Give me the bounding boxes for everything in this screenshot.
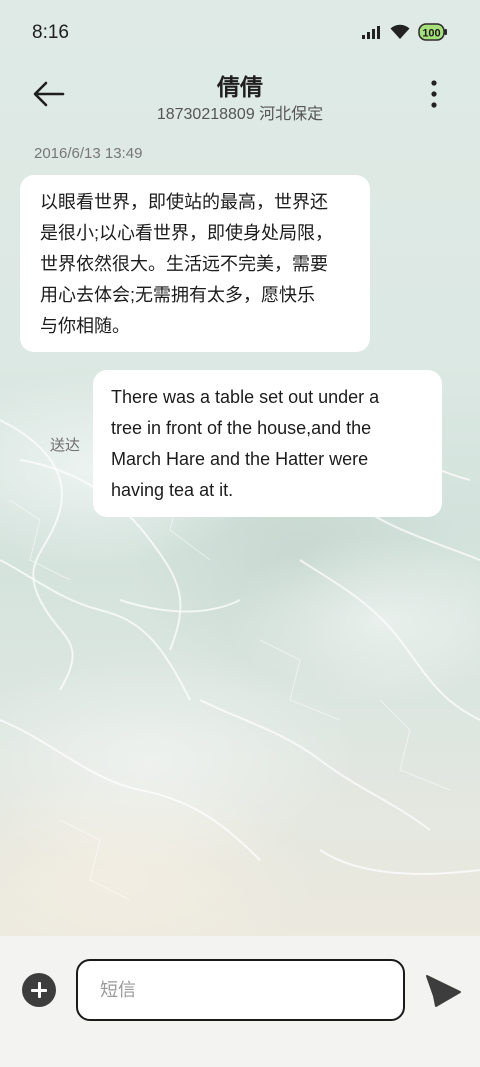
message-input[interactable] — [78, 961, 403, 1019]
wifi-icon — [390, 24, 410, 39]
incoming-message-bubble[interactable]: 以眼看世界，即使站的最高，世界还 是很小;以心看世界，即使身处局限， 世界依然很… — [20, 175, 370, 352]
message-line: 世界依然很大。生活远不完美，需要 — [40, 254, 328, 274]
message-line: March Hare and the Hatter were — [111, 449, 369, 469]
conversation-header: 倩倩 18730218809 河北保定 — [0, 66, 480, 130]
message-line: tree in front of the house,and the — [111, 418, 372, 438]
message-line: 是很小;以心看世界，即使身处局限， — [40, 223, 333, 243]
send-icon — [426, 975, 461, 1007]
message-line: 与你相随。 — [40, 316, 130, 336]
status-bar: 8:16 100 — [0, 0, 480, 66]
status-time: 8:16 — [32, 22, 69, 43]
message-input-container — [76, 959, 405, 1021]
add-attachment-button[interactable] — [22, 973, 56, 1007]
composer-bar — [0, 936, 480, 1067]
message-line: 以眼看世界，即使站的最高，世界还 — [40, 192, 328, 212]
battery-level: 100 — [422, 28, 440, 40]
delivery-status: 送达 — [50, 437, 81, 454]
status-icons: 100 — [362, 22, 448, 42]
signal-icon — [362, 26, 380, 39]
message-line: 用心去体会;无需拥有太多，愿快乐 — [40, 285, 315, 305]
message-line: There was a table set out under a — [111, 387, 380, 407]
more-options-button[interactable] — [424, 78, 444, 110]
message-timestamp: 2016/6/13 13:49 — [34, 145, 143, 162]
send-button[interactable] — [424, 974, 462, 1008]
outgoing-message-bubble[interactable]: There was a table set out under a tree i… — [93, 370, 442, 517]
more-vertical-icon — [431, 80, 437, 108]
battery-icon: 100 — [418, 23, 447, 41]
message-line: having tea at it. — [111, 480, 234, 500]
contact-name: 倩倩 — [217, 74, 263, 100]
contact-number-location: 18730218809 河北保定 — [156, 106, 324, 123]
